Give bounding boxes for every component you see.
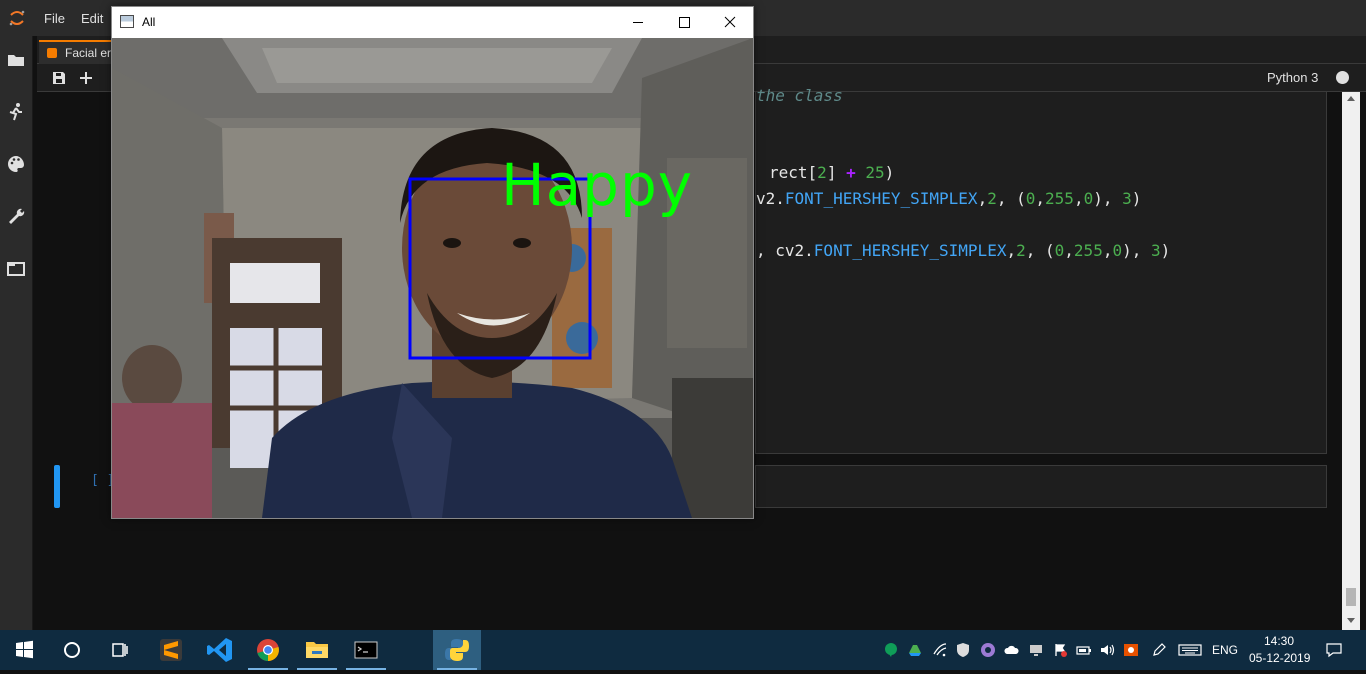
window-app-icon <box>120 15 134 28</box>
drive-sync-icon[interactable] <box>907 642 923 658</box>
code-line-puttext-2: , cv2.FONT_HERSHEY_SIMPLEX,2, (0,255,0),… <box>756 241 1171 260</box>
code-line-rect: rect[2] + 25) <box>769 163 895 182</box>
security-shield-icon[interactable] <box>955 642 971 658</box>
running-icon[interactable] <box>6 102 26 122</box>
opencv-window-title: All <box>142 15 156 29</box>
clock-time[interactable]: 14:30 <box>1264 634 1294 648</box>
file-explorer-icon[interactable] <box>293 630 341 670</box>
battery-icon[interactable] <box>1076 642 1092 658</box>
webcam-image <box>112 38 753 518</box>
save-icon[interactable] <box>49 68 69 88</box>
windows-taskbar: ENG 14:30 05-12-2019 <box>0 630 1366 670</box>
notebook-icon <box>47 48 57 58</box>
emotion-label: Happy <box>501 151 694 219</box>
code-comment: the class <box>756 86 843 105</box>
tabs-icon[interactable] <box>6 259 26 279</box>
webcam-frame: Happy <box>112 38 753 518</box>
close-button[interactable] <box>707 7 753 38</box>
pen-icon[interactable] <box>1151 642 1167 658</box>
menu-edit[interactable]: Edit <box>81 11 103 26</box>
browser-tray-icon[interactable] <box>980 642 996 658</box>
folder-icon[interactable] <box>6 50 26 70</box>
keyboard-icon[interactable] <box>1178 642 1202 658</box>
task-view-icon[interactable] <box>96 630 144 670</box>
action-flag-icon[interactable] <box>1052 642 1068 658</box>
maximize-button[interactable] <box>661 7 707 38</box>
volume-icon[interactable] <box>1099 642 1115 658</box>
plus-icon[interactable] <box>76 68 96 88</box>
code-cell[interactable]: the class rect[2] + 25) v2.FONT_HERSHEY_… <box>755 86 1327 454</box>
opencv-titlebar[interactable]: All <box>112 7 753 38</box>
cortana-icon[interactable] <box>48 630 96 670</box>
clock-date[interactable]: 05-12-2019 <box>1249 651 1310 665</box>
opencv-window[interactable]: All Happy <box>111 6 754 519</box>
notifications-icon[interactable] <box>1325 641 1343 659</box>
kernel-name[interactable]: Python 3 <box>1267 70 1318 85</box>
empty-code-cell[interactable] <box>755 465 1327 508</box>
scroll-thumb[interactable] <box>1346 588 1356 606</box>
terminal-icon[interactable] <box>342 630 390 670</box>
wrench-icon[interactable] <box>6 206 26 226</box>
jupyter-logo-icon[interactable] <box>8 9 26 27</box>
left-activity-bar <box>0 36 33 630</box>
recording-icon[interactable] <box>1123 642 1139 658</box>
active-cell-indicator <box>54 465 60 508</box>
scroll-down-arrow-icon[interactable] <box>1347 618 1355 623</box>
vscode-icon[interactable] <box>196 630 244 670</box>
minimize-button[interactable] <box>615 7 661 38</box>
sublime-text-icon[interactable] <box>147 630 195 670</box>
scroll-up-arrow-icon[interactable] <box>1347 96 1355 101</box>
palette-icon[interactable] <box>6 154 26 174</box>
notebook-tab-label: Facial er <box>65 46 112 60</box>
kernel-status-indicator <box>1336 71 1349 84</box>
python-icon[interactable] <box>433 630 481 670</box>
windows-start-icon[interactable] <box>0 630 48 670</box>
code-line-puttext-1: v2.FONT_HERSHEY_SIMPLEX,2, (0,255,0), 3) <box>756 189 1142 208</box>
menu-file[interactable]: File <box>44 11 65 26</box>
hangouts-icon[interactable] <box>883 642 899 658</box>
input-language[interactable]: ENG <box>1212 643 1238 657</box>
onedrive-icon[interactable] <box>1004 642 1020 658</box>
wifi-icon[interactable] <box>932 642 948 658</box>
notebook-scrollbar[interactable] <box>1342 92 1360 630</box>
chrome-icon[interactable] <box>244 630 292 670</box>
display-icon[interactable] <box>1028 642 1044 658</box>
